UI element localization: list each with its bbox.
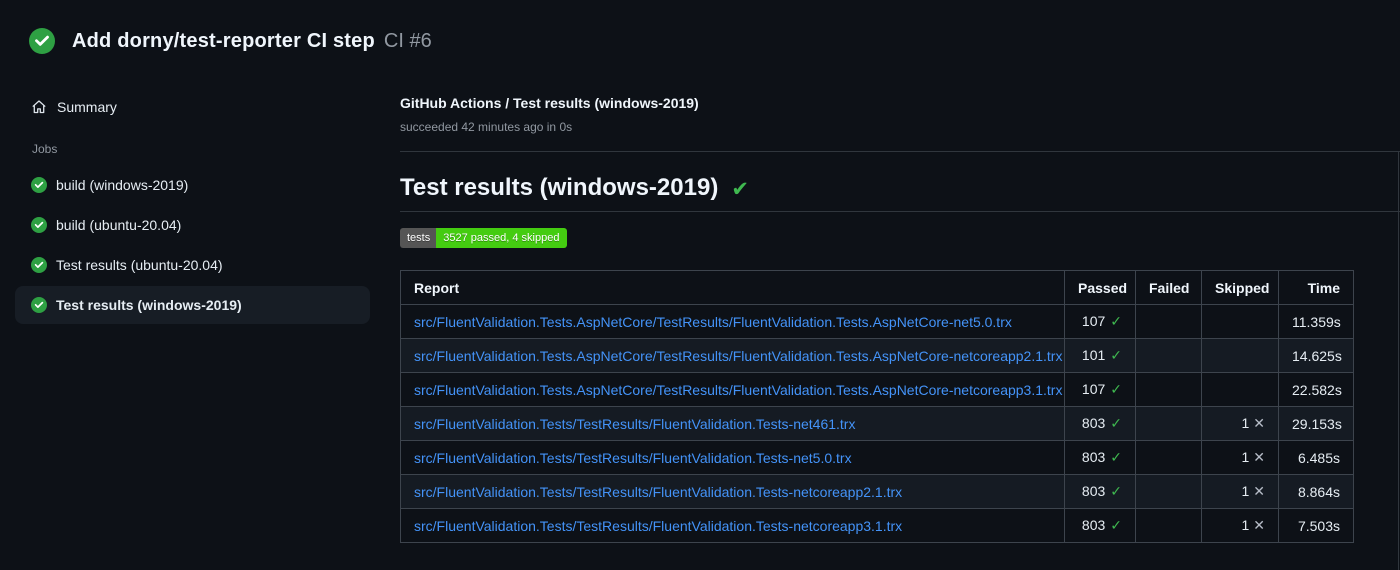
summary-label: Summary: [57, 99, 117, 115]
skip-cross-icon: ✕: [1253, 517, 1265, 533]
job-label: build (windows-2019): [56, 177, 189, 193]
skipped-count: [1201, 338, 1279, 373]
report-link[interactable]: src/FluentValidation.Tests.AspNetCore/Te…: [414, 382, 1062, 398]
sidebar-item-build-windows-2019[interactable]: build (windows-2019): [15, 166, 370, 204]
sidebar-item-summary[interactable]: Summary: [15, 94, 370, 120]
column-header-passed: Passed: [1064, 270, 1136, 305]
failed-count: [1135, 372, 1202, 407]
skipped-count: 1: [1241, 449, 1250, 465]
table-row: src/FluentValidation.Tests/TestResults/F…: [400, 508, 1354, 543]
time-value: 29.153s: [1278, 406, 1354, 441]
skip-cross-icon: ✕: [1253, 483, 1265, 499]
tests-badge: tests 3527 passed, 4 skipped: [400, 228, 568, 248]
table-row: src/FluentValidation.Tests.AspNetCore/Te…: [400, 304, 1354, 339]
failed-count: [1135, 304, 1202, 339]
passed-count: 107: [1081, 313, 1106, 329]
report-link[interactable]: src/FluentValidation.Tests/TestResults/F…: [414, 484, 902, 500]
table-row: src/FluentValidation.Tests/TestResults/F…: [400, 440, 1354, 475]
job-label: build (ubuntu-20.04): [56, 217, 182, 233]
table-row: src/FluentValidation.Tests.AspNetCore/Te…: [400, 338, 1354, 373]
badge-message: 3527 passed, 4 skipped: [436, 228, 568, 248]
section-title: Test results (windows-2019): [400, 174, 719, 201]
job-label: Test results (windows-2019): [56, 297, 242, 313]
run-number: CI #6: [383, 29, 432, 52]
failed-count: [1135, 474, 1202, 509]
check-run-panel: GitHub Actions / Test results (windows-2…: [400, 94, 1400, 543]
column-header-skipped: Skipped: [1201, 270, 1279, 305]
failed-count: [1135, 338, 1202, 373]
skip-cross-icon: ✕: [1253, 449, 1265, 465]
jobs-section-label: Jobs: [32, 142, 58, 156]
passed-count: 803: [1081, 517, 1106, 533]
run-header: Add dorny/test-reporter CI step CI #6: [0, 0, 1400, 54]
column-header-failed: Failed: [1135, 270, 1202, 305]
failed-count: [1135, 406, 1202, 441]
table-row: src/FluentValidation.Tests/TestResults/F…: [400, 406, 1354, 441]
sidebar-item-test-results-windows-2019[interactable]: Test results (windows-2019): [15, 286, 370, 324]
section-heading: Test results (windows-2019) ✔: [400, 174, 1400, 212]
skipped-count: 1: [1241, 415, 1250, 431]
check-run-name: GitHub Actions / Test results (windows-2…: [400, 95, 699, 111]
report-link[interactable]: src/FluentValidation.Tests.AspNetCore/Te…: [414, 348, 1062, 364]
column-header-report: Report: [400, 270, 1065, 305]
pass-check-icon: ✓: [1110, 517, 1122, 533]
report-link[interactable]: src/FluentValidation.Tests/TestResults/F…: [414, 450, 852, 466]
skipped-count: 1: [1241, 517, 1250, 533]
time-value: 14.625s: [1278, 338, 1354, 373]
report-link[interactable]: src/FluentValidation.Tests.AspNetCore/Te…: [414, 314, 1012, 330]
passed-count: 803: [1081, 449, 1106, 465]
run-title: Add dorny/test-reporter CI step: [72, 29, 375, 52]
success-check-circle-icon: [31, 257, 47, 273]
sidebar-item-build-ubuntu-2004[interactable]: build (ubuntu-20.04): [15, 206, 370, 244]
pass-check-icon: ✓: [1110, 449, 1122, 465]
check-run-status: succeeded 42 minutes ago in 0s: [400, 120, 573, 134]
table-row: src/FluentValidation.Tests.AspNetCore/Te…: [400, 372, 1354, 407]
report-link[interactable]: src/FluentValidation.Tests/TestResults/F…: [414, 518, 902, 534]
time-value: 7.503s: [1278, 508, 1354, 543]
passed-count: 803: [1081, 483, 1106, 499]
passed-count: 101: [1081, 347, 1106, 363]
divider: [400, 151, 1400, 152]
time-value: 22.582s: [1278, 372, 1354, 407]
failed-count: [1135, 440, 1202, 475]
passed-count: 107: [1081, 381, 1106, 397]
sidebar-item-test-results-ubuntu-2004[interactable]: Test results (ubuntu-20.04): [15, 246, 370, 284]
pass-check-icon: ✓: [1110, 347, 1122, 363]
pass-check-icon: ✓: [1110, 313, 1122, 329]
passed-count: 803: [1081, 415, 1106, 431]
skipped-count: 1: [1241, 483, 1250, 499]
job-label: Test results (ubuntu-20.04): [56, 257, 223, 273]
time-value: 6.485s: [1278, 440, 1354, 475]
pass-check-icon: ✓: [1110, 415, 1122, 431]
success-check-circle-icon: [31, 177, 47, 193]
pass-check-icon: ✓: [1110, 483, 1122, 499]
skipped-count: [1201, 372, 1279, 407]
table-row: src/FluentValidation.Tests/TestResults/F…: [400, 474, 1354, 509]
success-check-icon: ✔: [731, 177, 749, 201]
time-value: 11.359s: [1278, 304, 1354, 339]
pass-check-icon: ✓: [1110, 381, 1122, 397]
time-value: 8.864s: [1278, 474, 1354, 509]
pane-right-border: [1398, 152, 1399, 570]
home-icon: [32, 100, 46, 114]
jobs-sidebar: Summary Jobs build (windows-2019) build …: [0, 94, 385, 326]
failed-count: [1135, 508, 1202, 543]
badge-label: tests: [400, 228, 437, 248]
skipped-count: [1201, 304, 1279, 339]
test-results-table: Report Passed Failed Skipped Time src/Fl…: [400, 270, 1354, 543]
jobs-list: build (windows-2019) build (ubuntu-20.04…: [0, 166, 385, 324]
success-check-circle-icon: [31, 297, 47, 313]
success-check-circle-icon: [31, 217, 47, 233]
report-link[interactable]: src/FluentValidation.Tests/TestResults/F…: [414, 416, 855, 432]
success-check-circle-icon: [29, 28, 55, 54]
column-header-time: Time: [1278, 270, 1354, 305]
table-header-row: Report Passed Failed Skipped Time: [400, 270, 1354, 305]
skip-cross-icon: ✕: [1253, 415, 1265, 431]
